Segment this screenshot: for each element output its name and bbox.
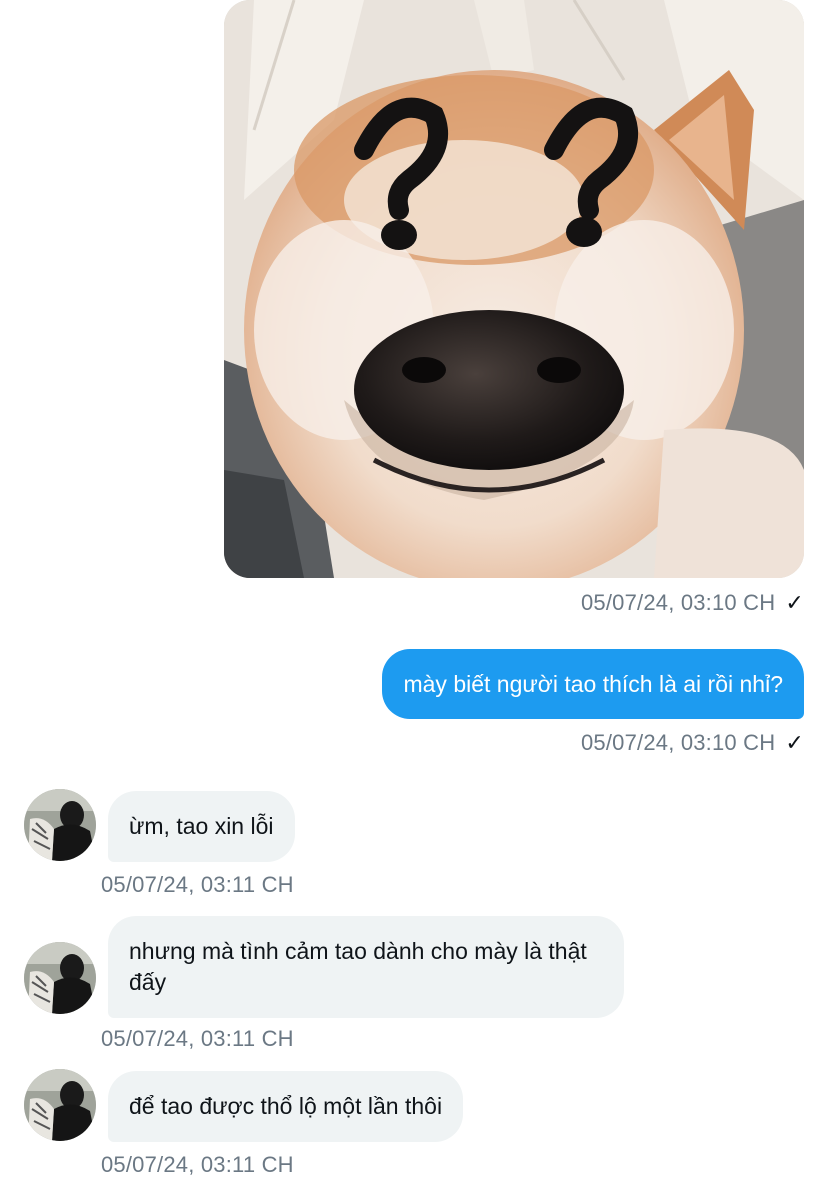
sent-message-bubble[interactable]: mày biết người tao thích là ai rồi nhỉ? xyxy=(382,649,804,719)
received-message-bubble[interactable]: ừm, tao xin lỗi xyxy=(108,791,295,862)
received-message-bubble[interactable]: nhưng mà tình cảm tao dành cho mày là th… xyxy=(108,916,624,1018)
avatar-image xyxy=(24,789,96,861)
avatar[interactable] xyxy=(24,789,96,861)
timestamp-text: 05/07/24, 03:10 CH xyxy=(580,590,776,615)
shiba-dog-image xyxy=(224,0,804,578)
received-message-timestamp: 05/07/24, 03:11 CH xyxy=(101,1026,294,1051)
checkmark-icon: ✓ xyxy=(785,590,804,615)
image-timestamp: 05/07/24, 03:10 CH ✓ xyxy=(581,590,804,616)
received-message-timestamp: 05/07/24, 03:11 CH xyxy=(101,1152,294,1177)
sent-message-timestamp: 05/07/24, 03:10 CH ✓ xyxy=(581,730,804,756)
avatar[interactable] xyxy=(24,1069,96,1141)
timestamp-text: 05/07/24, 03:10 CH xyxy=(580,730,776,755)
sent-image-message[interactable] xyxy=(224,0,804,578)
checkmark-icon: ✓ xyxy=(785,730,804,755)
received-message-bubble[interactable]: để tao được thổ lộ một lần thôi xyxy=(108,1071,464,1142)
avatar[interactable] xyxy=(24,942,96,1014)
received-message-timestamp: 05/07/24, 03:11 CH xyxy=(101,872,294,897)
avatar-image xyxy=(24,1069,96,1141)
avatar-image xyxy=(24,942,96,1014)
